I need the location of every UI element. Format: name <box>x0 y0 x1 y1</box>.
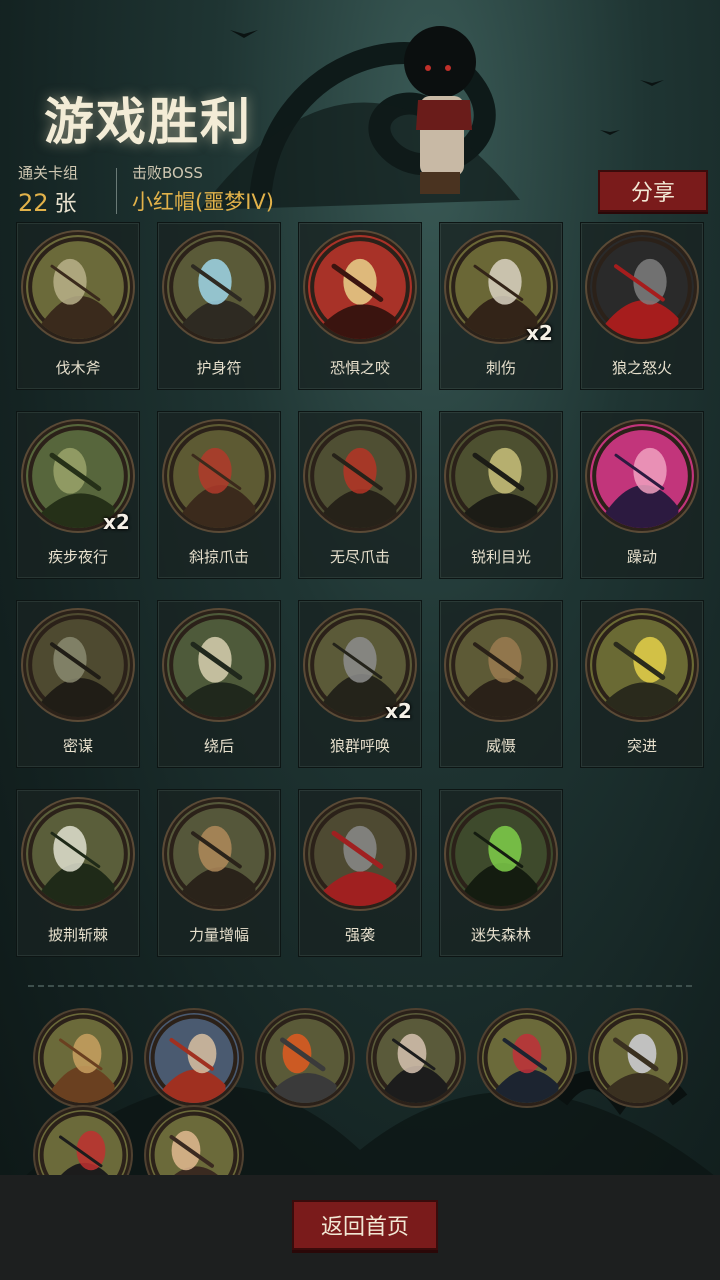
flank-icon <box>167 613 271 717</box>
cards-label: 通关卡组 <box>18 164 79 182</box>
card-label: 突进 <box>626 737 657 755</box>
charge-icon <box>590 613 694 717</box>
girl-character <box>404 26 476 194</box>
card-label: 斜掠爪击 <box>188 548 249 566</box>
return-home-button[interactable]: 返回首页 <box>292 1200 438 1250</box>
deck-card[interactable]: 无尽爪击 <box>298 411 422 579</box>
card-label: 密谋 <box>62 737 93 755</box>
deck-card[interactable]: 迷失森林 <box>439 789 563 957</box>
flag-mountain-icon[interactable] <box>149 1013 239 1103</box>
cards-count-value: 22 <box>18 189 49 217</box>
conspiracy-icon <box>26 613 130 717</box>
sharp-gaze-icon <box>449 424 553 528</box>
card-label: 无尽爪击 <box>329 548 390 566</box>
spyglass-icon[interactable] <box>38 1013 128 1103</box>
card-label: 伐木斧 <box>55 359 101 377</box>
power-up-icon <box>167 802 271 906</box>
card-label: 躁动 <box>626 548 657 566</box>
thorn-cut-icon <box>26 802 130 906</box>
card-label: 刺伤 <box>485 359 516 377</box>
wolf-fury-icon <box>590 235 694 339</box>
blades-icon[interactable] <box>593 1013 683 1103</box>
card-label: 护身符 <box>196 359 242 377</box>
lost-forest-icon <box>449 802 553 906</box>
deck-card[interactable]: 恐惧之咬 <box>298 222 422 390</box>
card-label: 锐利目光 <box>470 548 531 566</box>
deck-card[interactable]: 威慑 <box>439 600 563 768</box>
deck-card[interactable]: 疾步夜行 x2 <box>16 411 140 579</box>
fire-altar-icon[interactable] <box>260 1013 350 1103</box>
stats-divider <box>116 168 117 214</box>
card-count-badge: x2 <box>103 510 130 534</box>
card-label: 绕后 <box>203 737 234 755</box>
deck-card[interactable]: 力量增幅 <box>157 789 281 957</box>
intimidate-icon <box>449 613 553 717</box>
card-label: 疾步夜行 <box>47 548 108 566</box>
deck-card[interactable]: 刺伤 x2 <box>439 222 563 390</box>
card-label: 力量增幅 <box>188 926 249 944</box>
card-count-badge: x2 <box>385 699 412 723</box>
vampire-icon[interactable] <box>371 1013 461 1103</box>
card-label: 狼群呼唤 <box>329 737 390 755</box>
share-button[interactable]: 分享 <box>598 170 708 212</box>
deck-card[interactable]: 披荆斩棘 <box>16 789 140 957</box>
fear-bite-icon <box>308 235 412 339</box>
card-label: 披荆斩棘 <box>47 926 108 944</box>
victory-title: 游戏胜利 <box>44 93 252 151</box>
card-label: 迷失森林 <box>470 926 531 944</box>
deck-card[interactable]: 绕后 <box>157 600 281 768</box>
card-label: 威慑 <box>485 737 516 755</box>
cards-count: 22 张 <box>18 186 77 218</box>
deck-card[interactable]: 护身符 <box>157 222 281 390</box>
restless-icon <box>590 424 694 528</box>
deck-card[interactable]: 密谋 <box>16 600 140 768</box>
amulet-icon <box>167 235 271 339</box>
slash-claw-icon <box>167 424 271 528</box>
cards-count-unit: 张 <box>54 192 77 217</box>
card-label: 狼之怒火 <box>611 359 672 377</box>
deck-card[interactable]: 躁动 <box>580 411 704 579</box>
card-count-badge: x2 <box>526 321 553 345</box>
deck-card[interactable]: 狼群呼唤 x2 <box>298 600 422 768</box>
assault-icon <box>308 802 412 906</box>
endless-claw-icon <box>308 424 412 528</box>
boss-name: 小红帽(噩梦IV) <box>132 190 274 214</box>
deck-card[interactable]: 伐木斧 <box>16 222 140 390</box>
deck-card[interactable]: 突进 <box>580 600 704 768</box>
boss-label: 击败BOSS <box>132 164 203 182</box>
deck-card[interactable]: 强袭 <box>298 789 422 957</box>
card-label: 恐惧之咬 <box>329 359 390 377</box>
section-divider <box>28 985 692 987</box>
card-label: 强袭 <box>344 926 375 944</box>
axe-icon <box>26 235 130 339</box>
deck-card[interactable]: 锐利目光 <box>439 411 563 579</box>
book-icon[interactable] <box>482 1013 572 1103</box>
deck-card[interactable]: 斜掠爪击 <box>157 411 281 579</box>
deck-card[interactable]: 狼之怒火 <box>580 222 704 390</box>
